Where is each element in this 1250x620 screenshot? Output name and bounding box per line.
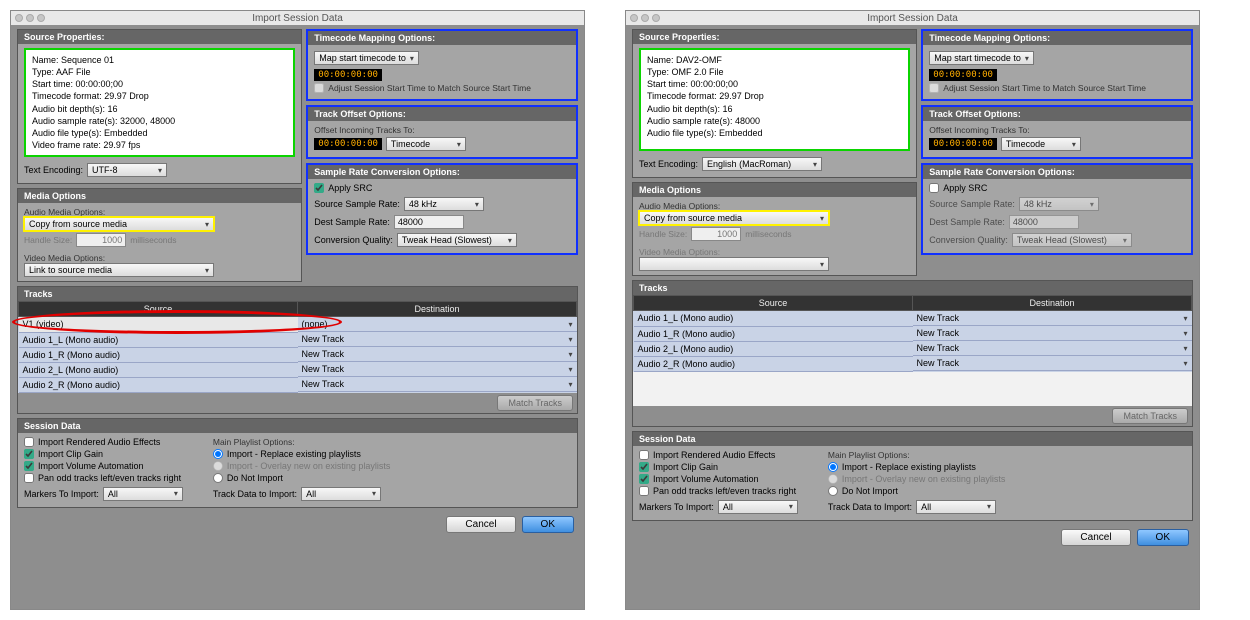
source-prop-line: Video frame rate: 29.97 fps [32, 139, 287, 151]
track-source: Audio 1_R (Mono audio) [19, 347, 298, 362]
source-prop-line: Name: DAV2-OMF [647, 54, 902, 66]
source-props-box: Name: Sequence 01Type: AAF FileStart tim… [24, 48, 295, 157]
track-row[interactable]: Audio 1_R (Mono audio)New Track [634, 326, 1192, 341]
dest-sr-field: 48000 [394, 215, 464, 229]
src-panel: Sample Rate Conversion Options: Apply SR… [306, 163, 578, 255]
tracks-panel: Tracks SourceDestination V1 (video)(none… [17, 286, 578, 414]
track-source: Audio 2_L (Mono audio) [634, 341, 913, 356]
source-prop-line: Timecode format: 29.97 Drop [32, 90, 287, 102]
source-prop-line: Start time: 00:00:00;00 [32, 78, 287, 90]
trackdata-select[interactable]: All [301, 487, 381, 501]
text-encoding-select[interactable]: UTF-8 [87, 163, 167, 177]
source-properties-panel: Source Properties: Name: DAV2-OMFType: O… [632, 29, 917, 178]
timecode-mapping-panel: Timecode Mapping Options: Map start time… [921, 29, 1193, 101]
source-prop-line: Audio sample rate(s): 48000 [647, 115, 902, 127]
adjust-start-checkbox[interactable]: Adjust Session Start Time to Match Sourc… [314, 83, 531, 93]
track-row[interactable]: Audio 2_L (Mono audio)New Track [634, 341, 1192, 356]
track-dest-select[interactable]: New Track [913, 326, 1192, 341]
track-dest-select[interactable]: New Track [913, 356, 1192, 371]
audio-media-select[interactable]: Copy from source media [24, 217, 214, 231]
src-panel: Sample Rate Conversion Options: Apply SR… [921, 163, 1193, 255]
timecode-mapping-panel: Timecode Mapping Options: Map start time… [306, 29, 578, 101]
match-tracks-button[interactable]: Match Tracks [497, 395, 573, 411]
tc-map-select[interactable]: Map start timecode to [314, 51, 419, 65]
session-data-panel: Session Data Import Rendered Audio Effec… [17, 418, 578, 508]
import-volauto-checkbox[interactable]: Import Volume Automation [24, 461, 183, 471]
cancel-button[interactable]: Cancel [446, 516, 515, 533]
tracks-table[interactable]: SourceDestination Audio 1_L (Mono audio)… [633, 295, 1192, 372]
media-options-panel: Media Options Audio Media Options: Copy … [632, 182, 917, 276]
source-prop-line: Name: Sequence 01 [32, 54, 287, 66]
track-source: Audio 2_L (Mono audio) [19, 362, 298, 377]
ok-button[interactable]: OK [522, 516, 574, 533]
import-rendered-checkbox[interactable]: Import Rendered Audio Effects [24, 437, 183, 447]
offset-tc-display[interactable]: 00:00:00:00 [314, 138, 382, 150]
track-dest-select[interactable]: New Track [913, 311, 1192, 326]
track-dest-select[interactable]: New Track [298, 377, 577, 392]
track-row[interactable]: Audio 2_R (Mono audio)New Track [634, 356, 1192, 371]
pan-odd-checkbox[interactable]: Pan odd tracks left/even tracks right [24, 473, 183, 483]
track-offset-panel: Track Offset Options: Offset Incoming Tr… [306, 105, 578, 159]
import-dialog-right: Import Session Data Source Properties: N… [625, 10, 1200, 610]
track-row[interactable]: Audio 1_R (Mono audio)New Track [19, 347, 577, 362]
tracks-panel: Tracks SourceDestination Audio 1_L (Mono… [632, 280, 1193, 427]
import-clipgain-checkbox[interactable]: Import Clip Gain [24, 449, 183, 459]
apply-src-checkbox[interactable]: Apply SRC [929, 183, 987, 193]
media-options-panel: Media Options Audio Media Options: Copy … [17, 188, 302, 282]
track-dest-select[interactable]: New Track [298, 347, 577, 362]
source-prop-line: Audio bit depth(s): 16 [647, 103, 902, 115]
cancel-button[interactable]: Cancel [1061, 529, 1130, 546]
source-prop-line: Start time: 00:00:00;00 [647, 78, 902, 90]
video-media-select[interactable]: Link to source media [24, 263, 214, 277]
audio-media-select[interactable]: Copy from source media [639, 211, 829, 225]
track-dest-select[interactable]: New Track [298, 332, 577, 347]
text-encoding-select[interactable]: English (MacRoman) [702, 157, 822, 171]
import-dialog-left: Import Session Data Source Properties: N… [10, 10, 585, 610]
track-row[interactable]: Audio 2_L (Mono audio)New Track [19, 362, 577, 377]
window-title: Import Session Data [626, 13, 1199, 24]
titlebar: Import Session Data [626, 11, 1199, 25]
source-prop-line: Audio bit depth(s): 16 [32, 103, 287, 115]
track-dest-select[interactable]: New Track [298, 362, 577, 377]
source-prop-line: Audio file type(s): Embedded [647, 127, 902, 139]
track-source: Audio 1_L (Mono audio) [19, 332, 298, 347]
source-prop-line: Audio sample rate(s): 32000, 48000 [32, 115, 287, 127]
match-tracks-button[interactable]: Match Tracks [1112, 408, 1188, 424]
playlist-overlay-radio[interactable]: Import - Overlay new on existing playlis… [213, 461, 391, 471]
track-source: V1 (video) [19, 317, 298, 333]
source-prop-line: Audio file type(s): Embedded [32, 127, 287, 139]
source-properties-panel: Source Properties: Name: Sequence 01Type… [17, 29, 302, 184]
track-source: Audio 2_R (Mono audio) [19, 377, 298, 392]
conv-quality-select[interactable]: Tweak Head (Slowest) [397, 233, 517, 247]
session-data-panel: Session Data Import Rendered Audio Effec… [632, 431, 1193, 521]
tc-map-select[interactable]: Map start timecode to [929, 51, 1034, 65]
track-row[interactable]: Audio 1_L (Mono audio)New Track [634, 311, 1192, 327]
window-title: Import Session Data [11, 13, 584, 24]
track-source: Audio 1_R (Mono audio) [634, 326, 913, 341]
tc-display[interactable]: 00:00:00:00 [314, 69, 382, 81]
track-row[interactable]: Audio 2_R (Mono audio)New Track [19, 377, 577, 392]
offset-unit-select[interactable]: Timecode [386, 137, 466, 151]
source-sr-select[interactable]: 48 kHz [404, 197, 484, 211]
track-row[interactable]: Audio 1_L (Mono audio)New Track [19, 332, 577, 347]
track-source: Audio 2_R (Mono audio) [634, 356, 913, 371]
source-prop-line: Type: AAF File [32, 66, 287, 78]
video-media-select [639, 257, 829, 271]
source-prop-line: Timecode format: 29.97 Drop [647, 90, 902, 102]
playlist-donot-radio[interactable]: Do Not Import [213, 473, 391, 483]
titlebar: Import Session Data [11, 11, 584, 25]
source-prop-line: Type: OMF 2.0 File [647, 66, 902, 78]
tracks-table[interactable]: SourceDestination V1 (video)(none)Audio … [18, 301, 577, 393]
markers-select[interactable]: All [103, 487, 183, 501]
track-source: Audio 1_L (Mono audio) [634, 311, 913, 327]
ok-button[interactable]: OK [1137, 529, 1189, 546]
track-dest-select[interactable]: (none) [298, 317, 577, 332]
track-row[interactable]: V1 (video)(none) [19, 317, 577, 333]
track-offset-panel: Track Offset Options: Offset Incoming Tr… [921, 105, 1193, 159]
apply-src-checkbox[interactable]: Apply SRC [314, 183, 372, 193]
playlist-replace-radio[interactable]: Import - Replace existing playlists [213, 449, 391, 459]
adjust-start-checkbox[interactable]: Adjust Session Start Time to Match Sourc… [929, 83, 1146, 93]
track-dest-select[interactable]: New Track [913, 341, 1192, 356]
